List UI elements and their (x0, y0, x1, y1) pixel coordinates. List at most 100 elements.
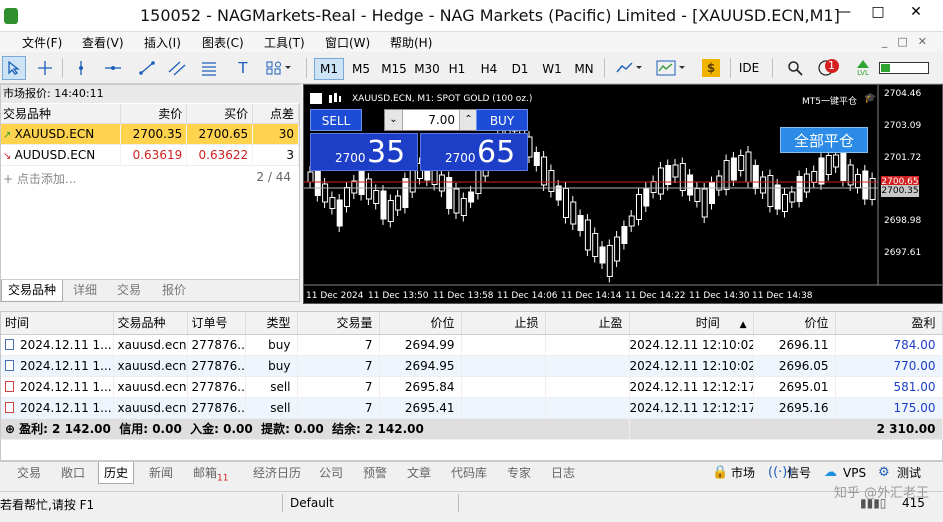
col-time[interactable]: 时间 (1, 312, 114, 335)
volume-increase-icon[interactable]: ⌃ (459, 110, 477, 130)
chart-type-icon[interactable] (328, 93, 342, 104)
level-bar (878, 56, 930, 80)
col-close-price[interactable]: 价位 (753, 312, 836, 335)
tab-ticks[interactable]: 报价 (156, 280, 192, 302)
col-sl[interactable]: 止损 (461, 312, 546, 335)
timeframe-m30[interactable]: M30 (411, 58, 443, 80)
market-watch-title: 市场报价: 14:40:11 (1, 85, 301, 103)
col-tp[interactable]: 止盈 (545, 312, 630, 335)
buy-button[interactable]: BUY (476, 109, 528, 131)
text-tool-icon[interactable]: T (232, 56, 254, 80)
timeframe-d1[interactable]: D1 (505, 58, 535, 80)
timeframe-m1[interactable]: M1 (314, 58, 344, 80)
expand-icon[interactable]: ⊕ (5, 422, 15, 436)
col-volume[interactable]: 交易量 (297, 312, 380, 335)
col-ask[interactable]: 买价 (186, 104, 254, 124)
volume-decrease-icon[interactable]: ⌄ (385, 110, 403, 130)
menu-view[interactable]: 查看(V) (82, 34, 124, 51)
sell-button[interactable]: SELL (310, 109, 362, 131)
restore-button[interactable]: □ (862, 2, 894, 24)
tab-symbols[interactable]: 交易品种 (1, 280, 64, 302)
menu-tools[interactable]: 工具(T) (264, 34, 305, 51)
add-symbol-row[interactable]: + 点击添加... 2 / 44 (1, 167, 299, 187)
col-profit[interactable]: 盈利 (835, 312, 943, 335)
market-watch-table: 交易品种 卖价 买价 点差 ↗ XAUUSD.ECN 2700.35 2700.… (1, 104, 299, 166)
tab-mailbox[interactable]: 邮箱11 (188, 462, 233, 484)
tab-codebase[interactable]: 代码库 (446, 462, 492, 484)
sell-price-box[interactable]: 2700 35 (310, 133, 418, 171)
fibonacci-icon[interactable] (198, 56, 220, 80)
tab-trade[interactable]: 交易 (12, 462, 46, 484)
timeframe-m5[interactable]: M5 (346, 58, 376, 80)
menu-insert[interactable]: 插入(I) (144, 34, 181, 51)
summary-row: ⊕ 盈利: 2 142.00 信用: 0.00 入金: 0.00 提款: 0.00… (1, 418, 943, 440)
col-price[interactable]: 价位 (379, 312, 462, 335)
crosshair-tool-icon[interactable] (34, 56, 56, 80)
history-row[interactable]: 2024.12.11 1... xauusd.ecn 277876... sel… (1, 376, 943, 398)
close-all-button[interactable]: 全部平仓 (780, 127, 868, 153)
volume-value[interactable]: 7.00 (405, 113, 455, 127)
buy-price-box[interactable]: 2700 65 (420, 133, 528, 171)
minimize-button[interactable]: — (828, 2, 860, 24)
price-chart[interactable]: XAUUSD.ECN, M1: SPOT GOLD (100 oz.) MT5一… (303, 84, 943, 304)
notification-icon[interactable]: 1 (816, 56, 842, 80)
volume-stepper[interactable]: ⌄ 7.00 ⌃ (384, 109, 478, 131)
col-order[interactable]: 订单号 (187, 312, 246, 335)
market-button[interactable]: 市场 (726, 462, 760, 484)
indicators-icon[interactable] (612, 56, 648, 80)
menu-window[interactable]: 窗口(W) (325, 34, 370, 51)
menu-help[interactable]: 帮助(H) (390, 34, 432, 51)
col-spread[interactable]: 点差 (252, 104, 299, 124)
market-watch-row[interactable]: ↘ AUDUSD.ECN 0.63619 0.63622 3 (1, 144, 299, 166)
tab-trading[interactable]: 交易 (111, 280, 147, 302)
market-watch-row[interactable]: ↗ XAUUSD.ECN 2700.35 2700.65 30 (1, 123, 299, 145)
y-axis-label: 2701.72 (884, 153, 922, 163)
timeframe-m15[interactable]: M15 (378, 58, 410, 80)
tab-experts[interactable]: 专家 (502, 462, 536, 484)
history-table: 时间 交易品种 订单号 类型 交易量 价位 止损 止盈 时间 ▲ 价位 盈利 2… (1, 312, 943, 440)
tab-news[interactable]: 新闻 (144, 462, 178, 484)
dollar-icon[interactable]: $ (700, 56, 722, 80)
horizontal-line-icon[interactable] (102, 56, 124, 80)
history-row[interactable]: 2024.12.11 1... xauusd.ecn 277876... buy… (1, 334, 943, 356)
search-icon[interactable] (784, 56, 806, 80)
col-type[interactable]: 类型 (245, 312, 298, 335)
ide-button[interactable]: IDE (736, 56, 762, 80)
tester-button[interactable]: 测试 (892, 462, 926, 484)
signals-button[interactable]: 信号 (782, 462, 816, 484)
tab-articles[interactable]: 文章 (402, 462, 436, 484)
trendline-icon[interactable] (136, 56, 158, 80)
chart-menu-icon[interactable] (310, 93, 322, 104)
tab-company[interactable]: 公司 (314, 462, 348, 484)
mdi-controls[interactable]: _□✕ (882, 35, 937, 48)
shapes-icon[interactable] (262, 56, 296, 80)
vertical-line-icon[interactable] (70, 56, 92, 80)
symbol-name: XAUUSD.ECN (14, 126, 95, 141)
timeframe-mn[interactable]: MN (569, 58, 599, 80)
templates-icon[interactable] (654, 56, 690, 80)
vps-button[interactable]: VPS (838, 462, 871, 484)
menu-file[interactable]: 文件(F) (22, 34, 62, 51)
status-help: 若看帮忙,请按 F1 (0, 498, 95, 512)
col-bid[interactable]: 卖价 (120, 104, 188, 124)
signal-level-icon[interactable]: LVL (852, 56, 874, 80)
channel-icon[interactable] (166, 56, 188, 80)
col-symbol[interactable]: 交易品种 (113, 312, 188, 335)
cursor-tool-icon[interactable] (2, 56, 26, 80)
tab-alerts[interactable]: 预警 (358, 462, 392, 484)
tab-details[interactable]: 详细 (67, 280, 103, 302)
timeframe-h1[interactable]: H1 (442, 58, 472, 80)
timeframe-w1[interactable]: W1 (537, 58, 567, 80)
tab-journal[interactable]: 日志 (546, 462, 580, 484)
history-row[interactable]: 2024.12.11 1... xauusd.ecn 277876... buy… (1, 355, 943, 377)
tab-history[interactable]: 历史 (98, 462, 135, 484)
history-row[interactable]: 2024.12.11 1... xauusd.ecn 277876... sel… (1, 397, 943, 419)
timeframe-h4[interactable]: H4 (474, 58, 504, 80)
col-close-time[interactable]: 时间 ▲ (629, 312, 754, 335)
col-symbol[interactable]: 交易品种 (1, 104, 122, 124)
tab-exposure[interactable]: 敞口 (56, 462, 90, 484)
x-axis-label: 11 Dec 13:58 (433, 291, 494, 301)
tab-calendar[interactable]: 经济日历 (248, 462, 306, 484)
menu-chart[interactable]: 图表(C) (202, 34, 244, 51)
close-button[interactable]: ✕ (900, 2, 932, 24)
